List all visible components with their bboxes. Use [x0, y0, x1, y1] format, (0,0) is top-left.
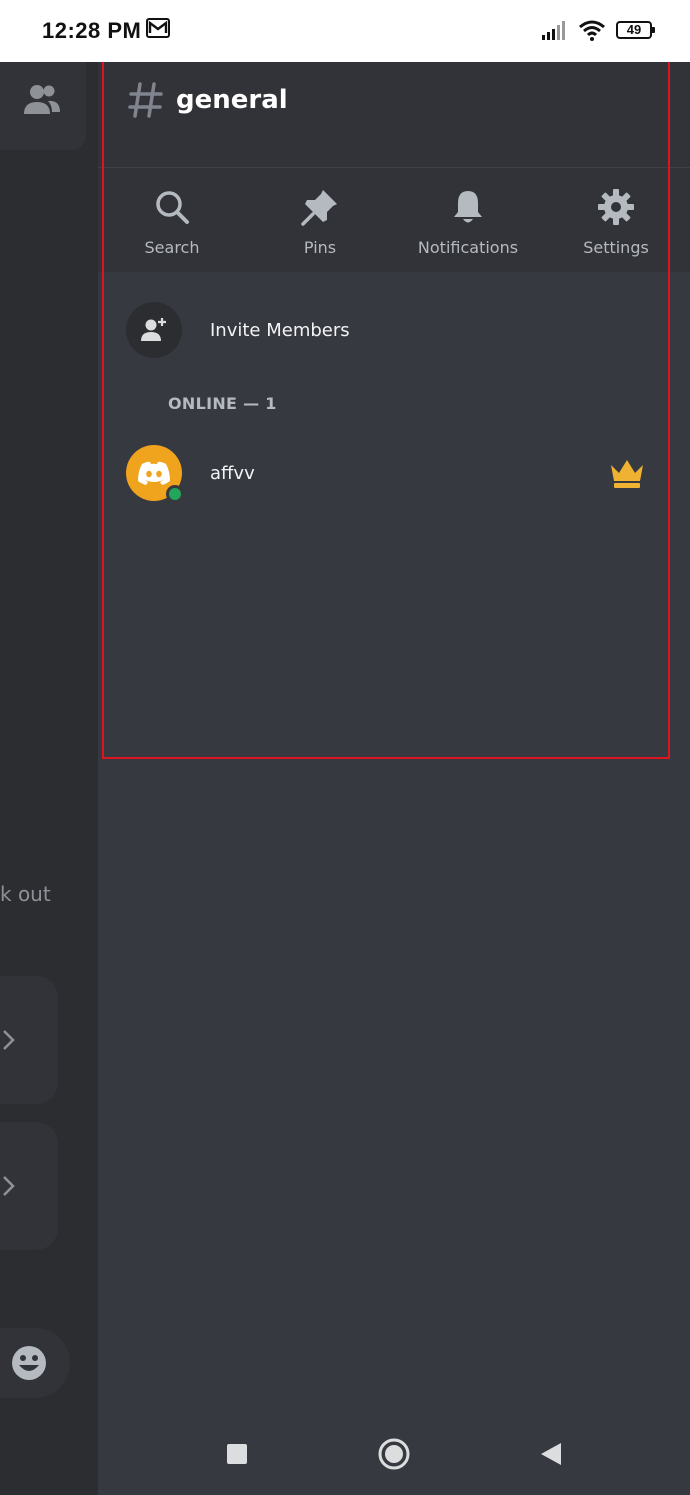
pins-button[interactable]: Pins — [248, 168, 392, 272]
system-nav-bar — [98, 1412, 690, 1495]
emoji-button[interactable] — [0, 1328, 70, 1398]
drawer-header: general Search Pins Notifications Settin… — [98, 50, 690, 272]
background-card-2[interactable] — [0, 1122, 58, 1250]
invite-members-label: Invite Members — [210, 319, 350, 341]
circle-icon — [378, 1438, 410, 1469]
status-icons: 49 — [542, 18, 655, 42]
back-triangle-icon — [541, 1442, 562, 1465]
recents-button[interactable] — [217, 1434, 257, 1474]
screen: 12:28 PM 49 k out general Search Pins No… — [0, 0, 690, 1495]
settings-label: Settings — [583, 238, 649, 257]
home-button[interactable] — [374, 1434, 414, 1474]
member-name: affvv — [210, 462, 255, 484]
chevron-right-icon — [3, 1176, 15, 1196]
channel-title: general — [128, 80, 288, 120]
battery-icon: 49 — [616, 21, 655, 39]
background-chat-header — [0, 50, 86, 150]
hash-icon — [128, 82, 163, 118]
invite-avatar — [126, 302, 182, 358]
square-icon — [226, 1443, 247, 1464]
search-icon — [156, 191, 189, 224]
avatar — [126, 445, 184, 503]
background-card-1[interactable] — [0, 976, 58, 1104]
status-bar: 12:28 PM 49 — [0, 0, 690, 62]
emoji-icon — [12, 1346, 46, 1380]
background-chat-snippet: k out — [0, 882, 51, 906]
online-status-icon — [166, 485, 184, 503]
notifications-button[interactable]: Notifications — [396, 168, 540, 272]
invite-members-button[interactable]: Invite Members — [126, 302, 350, 358]
signal-icon — [542, 21, 565, 40]
channel-actions: Search Pins Notifications Settings — [98, 168, 690, 272]
channel-name: general — [176, 85, 288, 115]
pin-icon — [301, 190, 337, 226]
mail-icon — [146, 18, 170, 38]
search-label: Search — [144, 238, 200, 257]
members-icon[interactable] — [22, 82, 62, 116]
channel-drawer: general Search Pins Notifications Settin… — [98, 50, 690, 1495]
settings-button[interactable]: Settings — [544, 168, 688, 272]
bell-icon — [454, 191, 482, 223]
wifi-icon — [579, 20, 605, 41]
notifications-label: Notifications — [417, 238, 519, 257]
member-row[interactable]: affvv — [126, 444, 646, 503]
back-button[interactable] — [531, 1434, 571, 1474]
online-heading: ONLINE — 1 — [168, 394, 277, 413]
discord-logo-icon — [138, 461, 170, 485]
chevron-right-icon — [3, 1030, 15, 1050]
battery-level: 49 — [626, 22, 642, 37]
gear-icon — [598, 189, 634, 225]
search-button[interactable]: Search — [100, 168, 244, 272]
pins-label: Pins — [303, 238, 337, 257]
add-user-icon — [141, 318, 166, 341]
status-time: 12:28 PM — [42, 18, 142, 43]
background-chat-panel: k out — [0, 50, 98, 1495]
crown-icon — [611, 460, 643, 488]
